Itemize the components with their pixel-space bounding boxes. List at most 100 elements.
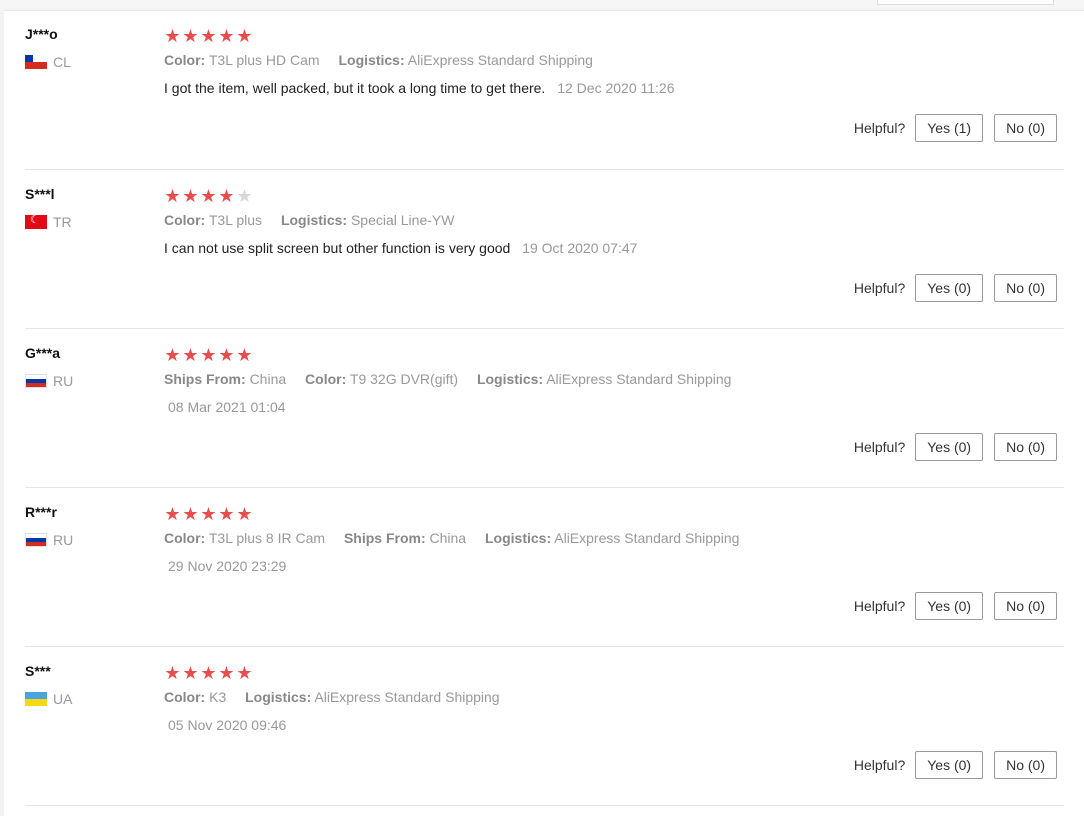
helpful-label: Helpful? xyxy=(853,598,906,614)
helpful-vote: Helpful? Yes (1) No (0) xyxy=(854,114,1057,142)
star-icon: ★ xyxy=(182,504,199,524)
helpful-label: Helpful? xyxy=(853,439,906,455)
helpful-no-button[interactable]: No (0) xyxy=(994,433,1057,461)
star-icon: ★ xyxy=(182,26,199,46)
star-icon: ★ xyxy=(182,663,199,683)
star-icon: ★ xyxy=(200,504,217,524)
meta-key: Logistics: xyxy=(280,212,348,228)
star-icon: ★ xyxy=(218,504,235,524)
star-icon: ★ xyxy=(218,186,235,206)
helpful-yes-button[interactable]: Yes (1) xyxy=(915,114,984,142)
review-date: 12 Dec 2020 11:26 xyxy=(557,80,675,96)
review-item: R***r RU ★ ★ ★ ★ ★ Color: T3L plus 8 IR … xyxy=(25,488,1064,647)
meta-value: China xyxy=(429,530,467,546)
review-meta: Ships From: China Color: T9 32G DVR(gift… xyxy=(164,371,746,387)
helpful-label: Helpful? xyxy=(853,280,906,296)
review-body: I can not use split screen but other fun… xyxy=(164,240,511,256)
star-icon: ★ xyxy=(236,26,253,46)
turkey-flag-icon xyxy=(25,213,47,229)
star-icon: ★ xyxy=(236,504,253,524)
star-rating: ★ ★ ★ ★ ★ xyxy=(164,187,253,205)
russia-flag-icon xyxy=(25,374,47,388)
russia-flag-icon xyxy=(25,533,47,547)
meta-value: Special Line-YW xyxy=(350,212,455,228)
helpful-label: Helpful? xyxy=(853,120,906,136)
reviewer-name: S***l xyxy=(25,186,55,202)
reviewer-country: UA xyxy=(25,691,72,707)
meta-key: Ships From: xyxy=(343,530,426,546)
page-left-border xyxy=(0,10,4,816)
review-item: S***l TR ★ ★ ★ ★ ★ Color: T3L plus Logis… xyxy=(25,170,1064,329)
meta-key: Logistics: xyxy=(245,689,312,705)
meta-value: T9 32G DVR(gift) xyxy=(349,371,459,387)
meta-value: T3L plus 8 IR Cam xyxy=(208,530,326,546)
review-meta: Color: K3 Logistics: AliExpress Standard… xyxy=(164,689,515,705)
star-icon: ★ xyxy=(218,26,235,46)
helpful-yes-button[interactable]: Yes (0) xyxy=(915,751,984,779)
reviewer-country: TR xyxy=(25,213,72,230)
meta-key: Logistics: xyxy=(485,530,552,546)
meta-key: Color: xyxy=(305,371,347,387)
country-code: UA xyxy=(53,691,73,707)
star-rating: ★ ★ ★ ★ ★ xyxy=(164,505,253,523)
star-icon: ★ xyxy=(200,345,217,365)
meta-value: China xyxy=(249,371,287,387)
helpful-yes-button[interactable]: Yes (0) xyxy=(915,274,984,302)
meta-key: Color: xyxy=(164,530,206,546)
star-icon: ★ xyxy=(164,345,181,365)
reviewer-country: RU xyxy=(25,532,73,548)
star-icon: ★ xyxy=(164,504,181,524)
star-icon: ★ xyxy=(182,345,199,365)
meta-value: T3L plus xyxy=(208,212,263,228)
review-meta: Color: T3L plus 8 IR Cam Ships From: Chi… xyxy=(164,530,754,546)
helpful-yes-button[interactable]: Yes (0) xyxy=(915,433,984,461)
star-icon: ★ xyxy=(218,663,235,683)
review-date: 05 Nov 2020 09:46 xyxy=(168,717,287,733)
meta-value: AliExpress Standard Shipping xyxy=(314,689,500,705)
star-icon: ★ xyxy=(182,186,199,206)
meta-value: AliExpress Standard Shipping xyxy=(546,371,732,387)
helpful-vote: Helpful? Yes (0) No (0) xyxy=(854,751,1057,779)
country-code: CL xyxy=(53,54,71,70)
meta-key: Logistics: xyxy=(338,52,405,68)
helpful-vote: Helpful? Yes (0) No (0) xyxy=(854,433,1057,461)
helpful-no-button[interactable]: No (0) xyxy=(994,751,1057,779)
helpful-yes-button[interactable]: Yes (0) xyxy=(915,592,984,620)
star-rating: ★ ★ ★ ★ ★ xyxy=(164,664,253,682)
reviewer-name: J***o xyxy=(25,26,58,42)
reviewer-name: S*** xyxy=(25,663,51,679)
review-date: 08 Mar 2021 01:04 xyxy=(168,399,286,415)
star-icon: ★ xyxy=(236,345,253,365)
helpful-no-button[interactable]: No (0) xyxy=(994,592,1057,620)
star-rating: ★ ★ ★ ★ ★ xyxy=(164,27,253,45)
star-icon: ★ xyxy=(164,663,181,683)
meta-key: Color: xyxy=(164,689,206,705)
sort-dropdown[interactable] xyxy=(877,0,1054,5)
meta-value: K3 xyxy=(209,689,227,705)
star-icon: ★ xyxy=(164,186,181,206)
ukraine-flag-icon xyxy=(25,692,47,706)
review-text: I can not use split screen but other fun… xyxy=(164,240,637,256)
meta-value: AliExpress Standard Shipping xyxy=(407,52,593,68)
star-empty-icon: ★ xyxy=(236,186,253,206)
review-item: G***a RU ★ ★ ★ ★ ★ Ships From: China Col… xyxy=(25,329,1064,488)
meta-key: Logistics: xyxy=(476,371,544,387)
review-meta: Color: T3L plus Logistics: Special Line-… xyxy=(164,212,469,228)
helpful-no-button[interactable]: No (0) xyxy=(994,114,1057,142)
review-item: J***o CL ★ ★ ★ ★ ★ Color: T3L plus HD Ca… xyxy=(25,10,1064,170)
country-code: RU xyxy=(53,373,74,389)
reviewer-name: G***a xyxy=(25,345,61,361)
helpful-no-button[interactable]: No (0) xyxy=(994,274,1057,302)
chile-flag-icon xyxy=(25,55,47,69)
star-icon: ★ xyxy=(236,663,253,683)
reviewer-country: CL xyxy=(25,54,71,70)
reviewer-country: RU xyxy=(25,373,73,389)
star-icon: ★ xyxy=(200,26,217,46)
review-item: S*** UA ★ ★ ★ ★ ★ Color: K3 Logistics: A… xyxy=(25,647,1064,806)
meta-key: Ships From: xyxy=(164,371,246,387)
meta-key: Color: xyxy=(164,52,206,68)
review-text: I got the item, well packed, but it took… xyxy=(164,80,675,96)
star-icon: ★ xyxy=(200,186,217,206)
review-date: 29 Nov 2020 23:29 xyxy=(168,558,287,574)
helpful-vote: Helpful? Yes (0) No (0) xyxy=(854,274,1057,302)
